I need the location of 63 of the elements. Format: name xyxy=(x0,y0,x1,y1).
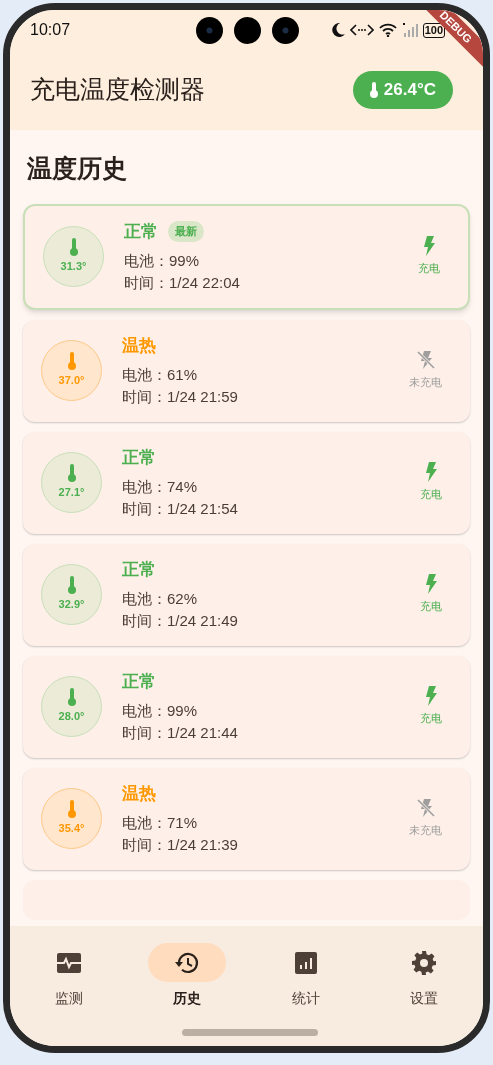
code-icon xyxy=(349,23,374,37)
lightning-icon xyxy=(423,236,435,257)
section-title: 温度历史 xyxy=(27,153,128,184)
nav-tab[interactable]: 历史 xyxy=(128,943,247,1046)
charging-label: 充电 xyxy=(420,487,442,503)
time-text: 时间：1/24 21:54 xyxy=(122,499,238,520)
time-text: 时间：1/24 21:39 xyxy=(122,835,238,856)
history-card[interactable]: 32.9° 正常 电池：62% 时间：1/24 21:49 充电 xyxy=(23,543,470,646)
lightning-off-icon xyxy=(415,350,436,371)
thermometer-icon xyxy=(69,238,78,257)
history-icon xyxy=(174,950,201,975)
thermometer-icon xyxy=(67,800,76,819)
status-label: 温热 xyxy=(122,334,156,357)
charging-label: 充电 xyxy=(420,599,442,615)
lightning-icon xyxy=(425,574,437,595)
temperature-badge: 26.4°C xyxy=(352,71,453,109)
camera-icon xyxy=(196,17,223,44)
lightning-icon xyxy=(425,686,437,707)
status-label: 温热 xyxy=(122,782,156,805)
camera-icon xyxy=(234,17,261,44)
status-time: 10:07 xyxy=(30,20,71,40)
charging-label: 未充电 xyxy=(409,375,442,391)
moon-icon xyxy=(331,23,345,37)
status-label: 正常 xyxy=(124,220,158,243)
settings-icon xyxy=(411,950,436,975)
app-title: 充电温度检测器 xyxy=(30,74,205,106)
status-label: 正常 xyxy=(122,446,156,469)
thermometer-icon xyxy=(67,464,76,483)
lightning-off-icon xyxy=(415,798,436,819)
thermometer-icon xyxy=(369,82,378,98)
thermometer-icon xyxy=(67,352,76,371)
time-text: 时间：1/24 21:44 xyxy=(122,723,238,744)
battery-text: 电池：71% xyxy=(122,813,199,834)
signal-icon xyxy=(401,23,418,37)
battery-text: 电池：74% xyxy=(122,477,199,498)
history-card[interactable]: 31.3° 正常 最新 电池：99% 时间：1/24 22:04 充电 xyxy=(23,203,470,310)
charging-label: 未充电 xyxy=(409,823,442,839)
wifi-icon xyxy=(378,23,397,37)
history-card[interactable]: 37.0° 温热 电池：61% 时间：1/24 21:59 未充电 xyxy=(23,319,470,422)
charging-label: 充电 xyxy=(418,261,440,277)
thermometer-icon xyxy=(67,688,76,707)
history-card[interactable]: 28.0° 正常 电池：99% 时间：1/24 21:44 充电 xyxy=(23,655,470,758)
lightning-icon xyxy=(425,462,437,483)
charging-label: 充电 xyxy=(420,711,442,727)
history-card[interactable]: 27.1° 正常 电池：74% 时间：1/24 21:54 充电 xyxy=(23,431,470,534)
monitor-icon xyxy=(57,952,82,973)
history-card[interactable]: 35.4° 温热 电池：71% 时间：1/24 21:39 未充电 xyxy=(23,767,470,870)
time-text: 时间：1/24 21:49 xyxy=(122,611,238,632)
status-label: 正常 xyxy=(122,670,156,693)
battery-text: 电池：99% xyxy=(122,701,199,722)
time-text: 时间：1/24 21:59 xyxy=(122,387,238,408)
battery-text: 电池：62% xyxy=(122,589,199,610)
nav-tab[interactable]: 设置 xyxy=(364,943,483,1046)
battery-text: 电池：61% xyxy=(122,365,199,386)
nav-tab[interactable]: 监测 xyxy=(10,943,129,1046)
time-text: 时间：1/24 22:04 xyxy=(124,273,240,294)
latest-badge: 最新 xyxy=(168,221,204,242)
nav-tab[interactable]: 统计 xyxy=(246,943,365,1046)
thermometer-icon xyxy=(67,576,76,595)
bar-chart-icon xyxy=(294,951,317,974)
battery-text: 电池：99% xyxy=(124,251,201,272)
camera-icon xyxy=(272,17,299,44)
status-label: 正常 xyxy=(122,558,156,581)
